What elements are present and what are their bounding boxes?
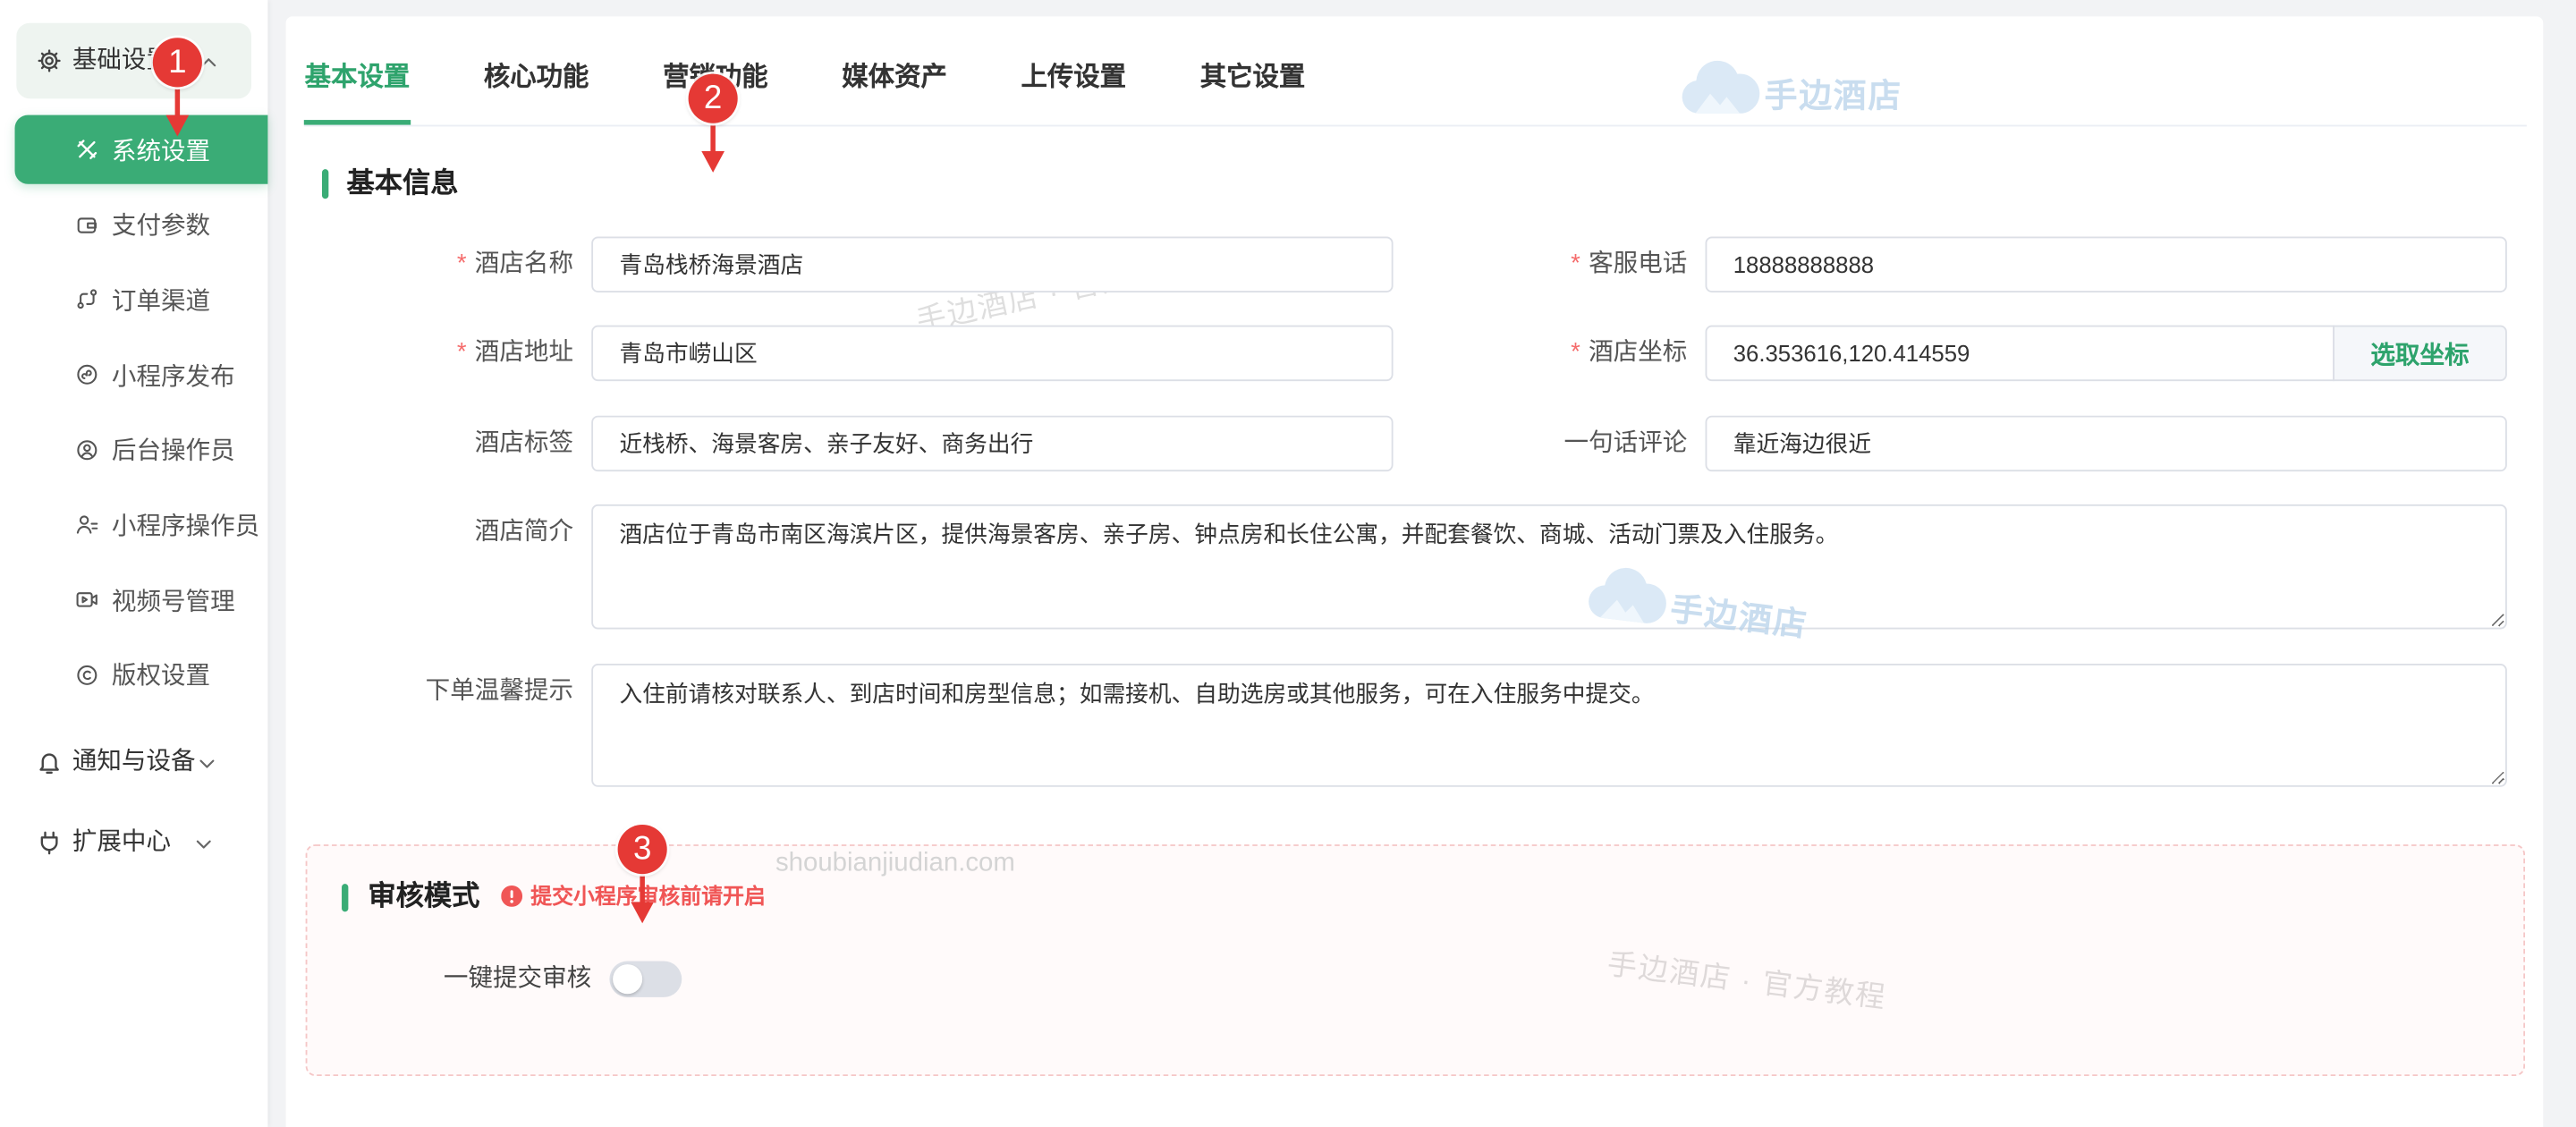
sidebar-item-label: 小程序操作员 <box>111 512 260 541</box>
sidebar-item-label: 系统设置 <box>111 137 211 165</box>
sidebar-item-mini-program-publish[interactable]: 小程序发布 <box>15 340 268 409</box>
field-label-text: 客服电话 <box>1589 250 1688 278</box>
hotel-name-label: * 酒店名称 <box>328 236 573 292</box>
cloud-logo-icon <box>1675 59 1761 126</box>
one-click-submit-label: 一键提交审核 <box>443 964 592 993</box>
order-tips-textarea[interactable]: 入住前请核对联系人、到店时间和房型信息；如需接机、自助选房或其他服务，可在入住服… <box>591 664 2507 787</box>
required-mark: * <box>456 250 467 278</box>
sidebar: 基础设置 系统设置 支付参数 订单渠道 小程序发布 后台操作员 小程序操作员 视… <box>0 0 268 1127</box>
sidebar-group-label: 通知与设备 <box>72 747 196 775</box>
sidebar-menu: 系统设置 支付参数 订单渠道 小程序发布 后台操作员 小程序操作员 视频号管理 … <box>14 114 268 716</box>
sidebar-item-mini-program-operators[interactable]: 小程序操作员 <box>15 490 268 559</box>
section-accent-bar <box>342 884 349 912</box>
route-icon <box>75 288 98 311</box>
sidebar-group-notify-devices[interactable]: 通知与设备 <box>16 724 251 800</box>
annotation-marker-1: 1 <box>152 38 202 88</box>
one-line-review-label: 一句话评论 <box>1563 428 1688 457</box>
watermark-logo-text: 手边酒店 <box>1668 591 1810 645</box>
sidebar-group-basic-settings[interactable]: 基础设置 <box>16 22 252 99</box>
tab-other-settings[interactable]: 其它设置 <box>1199 47 1306 124</box>
sidebar-item-label: 小程序发布 <box>111 362 235 391</box>
hotel-coordinates-input[interactable] <box>1705 325 2334 382</box>
annotation-marker-3: 3 <box>617 825 667 875</box>
watermark-domain: shoubianjiudian.com <box>775 849 1015 877</box>
copyright-icon <box>75 664 98 687</box>
required-mark: * <box>456 338 467 367</box>
required-mark: * <box>1571 338 1580 367</box>
field-label-text: 酒店地址 <box>474 338 574 367</box>
sidebar-group-label: 扩展中心 <box>72 827 172 856</box>
settings-tabs: 基本设置 核心功能 营销功能 媒体资产 上传设置 其它设置 <box>303 47 2527 127</box>
gear-icon <box>36 47 62 73</box>
video-icon <box>75 589 98 612</box>
user-circle-icon <box>75 438 98 462</box>
app-window: 基础设置 系统设置 支付参数 订单渠道 小程序发布 后台操作员 小程序操作员 视… <box>0 0 2576 1127</box>
hotel-intro-textarea[interactable]: 酒店位于青岛市南区海滨片区，提供海景客房、亲子房、钟点房和长住公寓，并配套餐饮、… <box>591 504 2507 630</box>
hotel-tags-input[interactable] <box>591 415 1394 472</box>
tab-core-features[interactable]: 核心功能 <box>483 47 589 124</box>
sidebar-group-extension-center[interactable]: 扩展中心 <box>16 805 251 880</box>
audit-warning-text: 提交小程序审核前请开启 <box>530 884 766 909</box>
hotel-intro-label: 酒店简介 <box>474 517 574 546</box>
sidebar-item-label: 后台操作员 <box>111 437 235 466</box>
hotel-name-input[interactable] <box>591 236 1394 292</box>
wallet-icon <box>75 213 98 236</box>
sidebar-item-label: 版权设置 <box>111 662 211 691</box>
tab-basic-settings[interactable]: 基本设置 <box>303 47 411 125</box>
chevron-down-icon <box>197 752 216 772</box>
service-phone-input[interactable] <box>1705 236 2507 292</box>
bell-icon <box>36 750 62 775</box>
sidebar-item-order-channels[interactable]: 订单渠道 <box>15 265 268 334</box>
tab-upload-settings[interactable]: 上传设置 <box>1021 47 1127 124</box>
cloud-logo-icon <box>1579 562 1672 639</box>
watermark-logo-text: 手边酒店 <box>1764 79 1902 115</box>
chevron-down-icon <box>194 833 214 852</box>
section-accent-bar <box>322 169 329 199</box>
hotel-coordinates-label: * 酒店坐标 <box>1445 326 1687 381</box>
annotation-marker-2: 2 <box>688 73 738 123</box>
tab-media-assets[interactable]: 媒体资产 <box>841 47 947 124</box>
sidebar-item-label: 视频号管理 <box>111 587 235 616</box>
mini-program-icon <box>75 363 98 386</box>
sidebar-item-admin-operators[interactable]: 后台操作员 <box>15 415 268 484</box>
sidebar-item-label: 订单渠道 <box>111 287 211 316</box>
section-title-audit-mode: 审核模式 <box>368 880 480 912</box>
sidebar-item-copyright-settings[interactable]: 版权设置 <box>15 640 268 709</box>
one-line-review-input[interactable] <box>1705 415 2507 472</box>
one-click-submit-toggle[interactable] <box>609 961 682 997</box>
hotel-address-label: * 酒店地址 <box>328 326 573 381</box>
order-tips-label: 下单温馨提示 <box>425 676 574 705</box>
field-label-text: 酒店名称 <box>474 250 574 278</box>
users-icon <box>75 513 98 537</box>
tools-icon <box>75 138 98 161</box>
required-mark: * <box>1571 250 1580 278</box>
hotel-tags-label: 酒店标签 <box>474 428 574 457</box>
plug-icon <box>36 830 62 856</box>
service-phone-label: * 客服电话 <box>1445 236 1687 292</box>
section-title-basic-info: 基本信息 <box>346 167 459 199</box>
hotel-address-input[interactable] <box>591 325 1394 382</box>
sidebar-item-payment-params[interactable]: 支付参数 <box>15 190 268 258</box>
pick-coordinates-button[interactable]: 选取坐标 <box>2333 325 2507 382</box>
sidebar-item-video-channel[interactable]: 视频号管理 <box>15 565 268 634</box>
watermark-logo: 手边酒店 <box>1675 59 1902 126</box>
toggle-knob <box>613 964 643 995</box>
warning-icon <box>501 886 523 907</box>
sidebar-item-label: 支付参数 <box>111 212 211 241</box>
sidebar-item-system-settings[interactable]: 系统设置 <box>14 114 268 184</box>
field-label-text: 酒店坐标 <box>1589 338 1688 367</box>
